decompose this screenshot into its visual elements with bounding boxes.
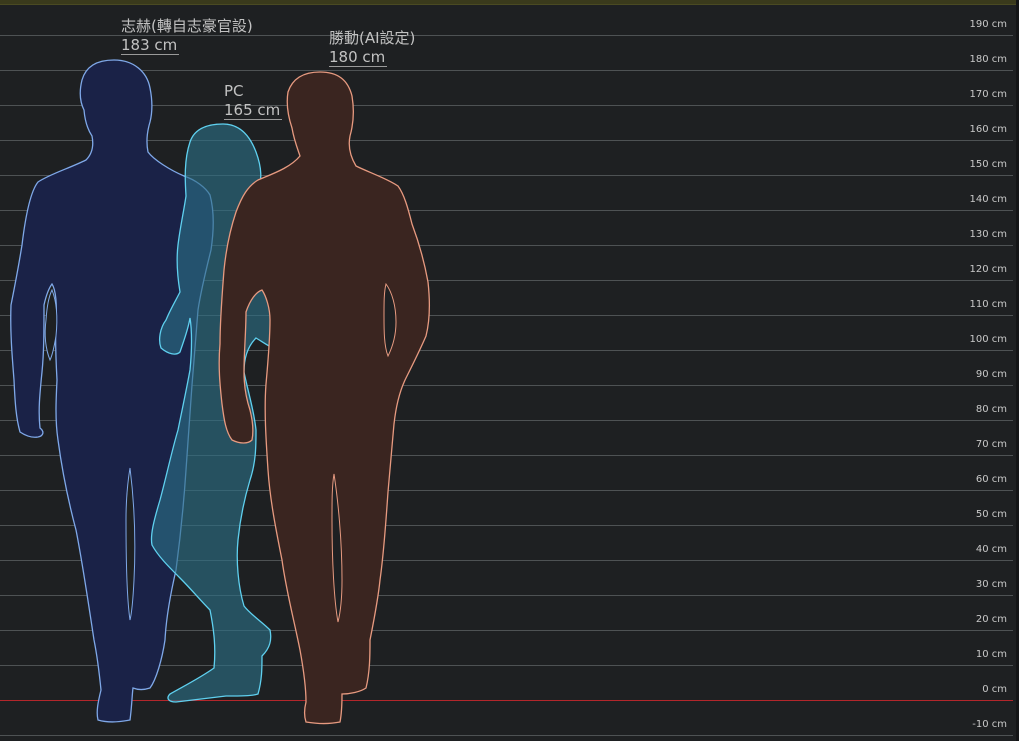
character-3-name: 勝動(AI設定)	[329, 29, 416, 47]
character-2-height: 165 cm	[224, 101, 283, 120]
character-1-name: 志赫(轉自志豪官設)	[121, 17, 253, 35]
character-3-label[interactable]: 勝動(AI設定) 180 cm	[329, 29, 415, 67]
character-3-height: 180 cm	[329, 48, 388, 67]
figures-canvas	[10, 59, 430, 725]
character-1-silhouette[interactable]	[10, 59, 214, 723]
character-1-height: 183 cm	[121, 36, 180, 55]
character-2-name: PC	[224, 82, 244, 100]
character-1-label[interactable]: 志赫(轉自志豪官設) 183 cm	[121, 17, 253, 55]
height-comparison-app: 190 cm 180 cm 170 cm 160 cm 150 cm 140 cm 130 …	[0, 0, 1019, 741]
character-1-arm-gap	[44, 288, 58, 362]
character-2-label[interactable]: PC 165 cm	[224, 82, 283, 120]
